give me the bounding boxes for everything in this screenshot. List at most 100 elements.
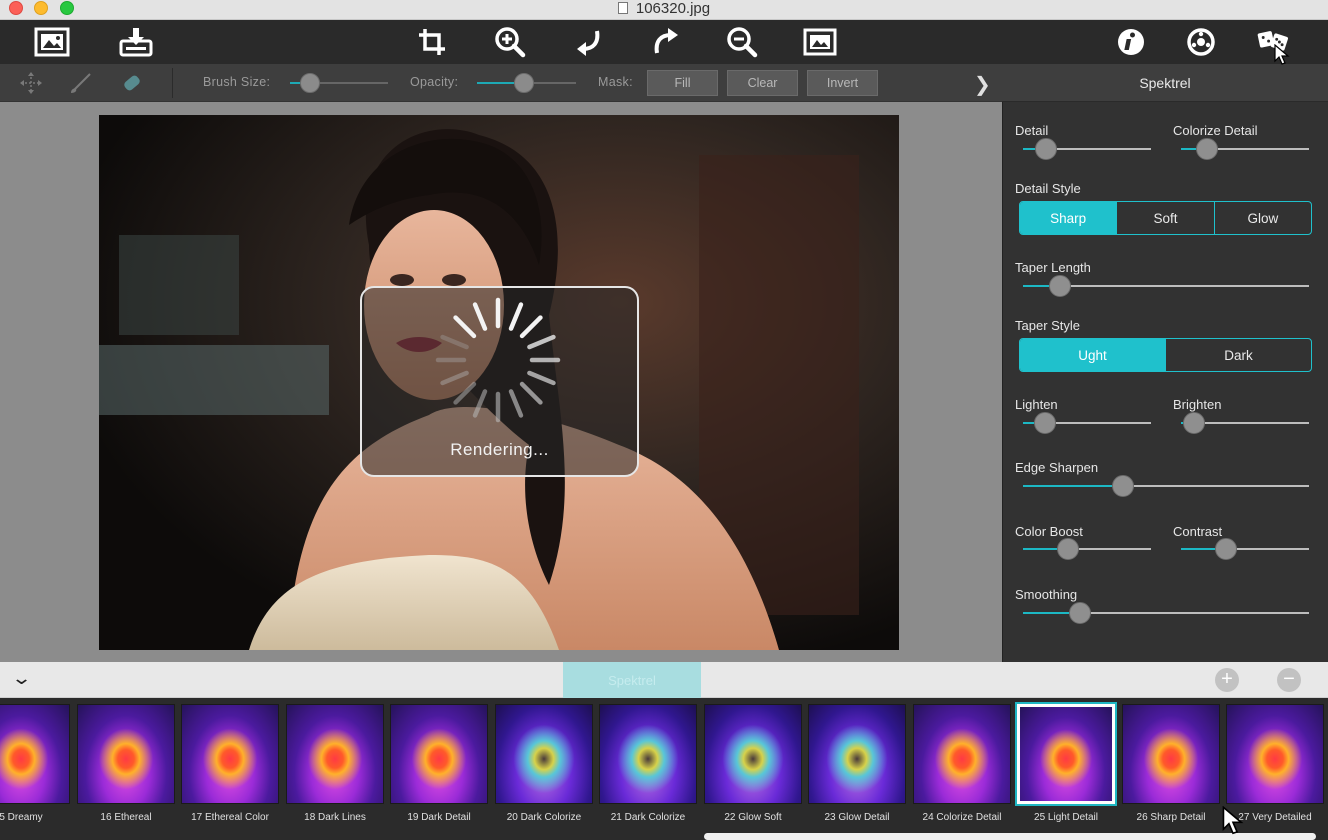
preset-thumbnail[interactable]: [390, 704, 488, 804]
preset-label: 18 Dark Lines: [304, 812, 366, 823]
detail-style-sharp-option[interactable]: Sharp: [1020, 202, 1118, 234]
preset-thumbnail[interactable]: [181, 704, 279, 804]
undo-button[interactable]: [570, 24, 606, 60]
brush-icon: [71, 73, 91, 93]
color-boost-slider[interactable]: [1023, 538, 1151, 560]
mask-invert-button[interactable]: Invert: [807, 70, 878, 96]
taper-style-light-option[interactable]: Ught: [1020, 339, 1166, 371]
color-boost-slider-thumb[interactable]: [1057, 538, 1079, 560]
preset-thumbnail[interactable]: [808, 704, 906, 804]
crop-button[interactable]: [414, 24, 450, 60]
window-title-text: 106320.jpg: [635, 0, 711, 17]
detail-style-soft-option[interactable]: Soft: [1117, 202, 1215, 234]
mask-fill-button[interactable]: Fill: [647, 70, 718, 96]
panel-title: Spektrel: [1139, 75, 1191, 91]
loading-spinner-icon: [435, 297, 561, 423]
brush-size-label: Brush Size:: [203, 75, 271, 89]
opacity-slider[interactable]: [477, 73, 576, 93]
move-icon: [20, 72, 42, 94]
preset-label: 5 Dreamy: [0, 812, 43, 823]
brush-size-slider-thumb[interactable]: [300, 73, 320, 93]
opacity-slider-thumb[interactable]: [514, 73, 534, 93]
preset-thumbnail[interactable]: [599, 704, 697, 804]
detail-slider-thumb[interactable]: [1035, 138, 1057, 160]
add-preset-button[interactable]: +: [1215, 668, 1239, 692]
preset-label: 20 Dark Colorize: [506, 812, 582, 823]
smoothing-slider[interactable]: [1023, 602, 1309, 624]
settings-button[interactable]: [1183, 24, 1219, 60]
save-export-button[interactable]: [118, 24, 154, 60]
taper-length-slider[interactable]: [1023, 275, 1309, 297]
brighten-slider[interactable]: [1181, 412, 1309, 434]
preset-thumbnail[interactable]: [1122, 704, 1220, 804]
contrast-slider[interactable]: [1181, 538, 1309, 560]
color-boost-label: Color Boost: [1015, 524, 1083, 539]
zoom-out-button[interactable]: [724, 24, 760, 60]
mask-clear-button[interactable]: Clear: [727, 70, 798, 96]
presets-thumbnail-strip: 5 Dreamy 16 Ethereal 17 Ethereal Color 18 D…: [0, 698, 1328, 840]
window-title: 106320.jpg: [0, 0, 1328, 18]
colorize-detail-slider-thumb[interactable]: [1196, 138, 1218, 160]
brush-size-slider[interactable]: [290, 73, 388, 93]
taper-length-slider-thumb[interactable]: [1049, 275, 1071, 297]
preset-thumbnail[interactable]: [77, 704, 175, 804]
preset-label: 17 Ethereal Color: [191, 812, 269, 823]
open-image-button[interactable]: [34, 24, 70, 60]
preset-label: 26 Sharp Detail: [1136, 812, 1206, 823]
taper-style-dark-option[interactable]: Dark: [1166, 339, 1311, 371]
undo-icon: [577, 30, 600, 56]
preset-thumbnail[interactable]: [0, 704, 70, 804]
preset-thumbnail[interactable]: [286, 704, 384, 804]
rendering-text: Rendering...: [450, 440, 549, 459]
preset-label: 16 Ethereal: [100, 812, 152, 823]
edge-sharpen-label: Edge Sharpen: [1015, 460, 1099, 475]
preset-label: 22 Glow Soft: [724, 812, 782, 823]
smoothing-label: Smoothing: [1015, 587, 1078, 602]
minus-icon: −: [1283, 668, 1295, 690]
edge-sharpen-slider[interactable]: [1023, 475, 1309, 497]
expand-panel-chevron-icon[interactable]: ❯: [974, 72, 991, 97]
remove-preset-button[interactable]: −: [1277, 668, 1301, 692]
taper-style-segmented-control: Ught Dark: [1019, 338, 1312, 372]
colorize-detail-label: Colorize Detail: [1173, 123, 1258, 138]
mouse-cursor-icon: [1274, 44, 1290, 65]
info-icon: [1118, 29, 1144, 55]
collapse-presets-chevron-icon[interactable]: ⌄: [11, 668, 32, 689]
panel-header: Spektrel: [1002, 64, 1328, 102]
save-export-icon: [119, 28, 153, 57]
open-image-icon: [34, 27, 70, 57]
rendering-overlay: Rendering...: [360, 286, 639, 477]
redo-button[interactable]: [648, 24, 684, 60]
smoothing-slider-thumb[interactable]: [1069, 602, 1091, 624]
brush-tool-button[interactable]: [68, 70, 94, 96]
preset-thumbnail[interactable]: [704, 704, 802, 804]
document-icon: [617, 2, 628, 14]
preset-thumbnail[interactable]: [913, 704, 1011, 804]
preset-category-tab[interactable]: Spektrel: [563, 662, 701, 698]
preset-label: 19 Dark Detail: [407, 812, 471, 823]
move-tool-button[interactable]: [18, 70, 44, 96]
taper-style-label: Taper Style: [1015, 318, 1081, 333]
lighten-slider[interactable]: [1023, 412, 1151, 434]
eraser-tool-button[interactable]: [118, 70, 144, 96]
preset-label: 21 Dark Colorize: [610, 812, 686, 823]
info-button[interactable]: [1113, 24, 1149, 60]
brighten-slider-thumb[interactable]: [1183, 412, 1205, 434]
fit-to-screen-button[interactable]: [802, 24, 838, 60]
settings-icon: [1187, 28, 1215, 56]
title-bar: 106320.jpg: [0, 0, 1328, 20]
contrast-slider-thumb[interactable]: [1215, 538, 1237, 560]
edge-sharpen-slider-thumb[interactable]: [1112, 475, 1134, 497]
preset-thumbnail[interactable]: [1017, 704, 1115, 804]
lighten-slider-thumb[interactable]: [1034, 412, 1056, 434]
detail-style-glow-option[interactable]: Glow: [1215, 202, 1311, 234]
preset-thumbnail[interactable]: [1226, 704, 1324, 804]
adjustments-panel: Detail Colorize Detail Detail Style Shar…: [1002, 102, 1328, 662]
zoom-out-icon: [727, 27, 758, 58]
detail-slider[interactable]: [1023, 138, 1151, 160]
colorize-detail-slider[interactable]: [1181, 138, 1309, 160]
preset-label: 24 Colorize Detail: [922, 812, 1002, 823]
zoom-in-button[interactable]: [492, 24, 528, 60]
image-canvas[interactable]: Rendering...: [0, 102, 1002, 662]
preset-thumbnail[interactable]: [495, 704, 593, 804]
